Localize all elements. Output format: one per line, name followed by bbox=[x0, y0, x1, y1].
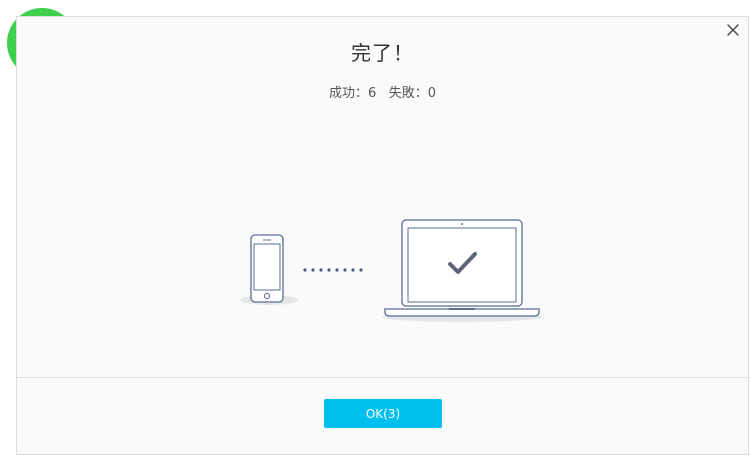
footer-divider bbox=[17, 377, 748, 378]
transfer-illustration bbox=[240, 219, 542, 322]
connection-dots bbox=[303, 268, 363, 272]
failure-count: 0 bbox=[427, 86, 436, 101]
transfer-stats: 成功：6 失敗：0 bbox=[17, 82, 748, 101]
ok-button[interactable]: OK(3) bbox=[324, 399, 442, 428]
dialog-title: 完了！ bbox=[351, 41, 414, 65]
phone-icon bbox=[250, 234, 284, 303]
result-dialog: 完了！ 成功：6 失敗：0 OK(3) bbox=[16, 16, 749, 455]
success-label: 成功： bbox=[329, 86, 369, 101]
laptop-icon bbox=[384, 219, 540, 317]
failure-label: 失敗： bbox=[388, 86, 428, 101]
